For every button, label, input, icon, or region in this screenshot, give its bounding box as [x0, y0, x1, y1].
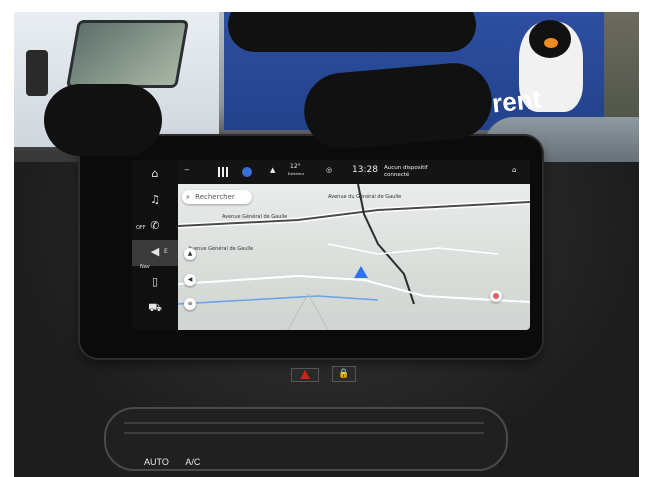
drive-mode-icon[interactable]: ◎ — [326, 166, 332, 174]
sidebar-item-mobile[interactable]: ▯ — [132, 270, 178, 294]
apps-icon[interactable] — [218, 167, 228, 177]
vent-slat — [124, 422, 484, 424]
climate-labels: AUTO A/C — [144, 457, 214, 477]
report-icon[interactable] — [490, 290, 502, 302]
clock: 13:28 — [352, 165, 378, 175]
hazard-button[interactable] — [291, 368, 319, 382]
bell-icon[interactable]: ▲ — [270, 166, 275, 174]
sidebar-item-car[interactable]: ⛟ — [132, 296, 178, 320]
menu-icon[interactable]: ≡ — [184, 298, 196, 310]
notification-icon[interactable]: ⌂ — [512, 166, 516, 174]
nav-icon: ◀ — [150, 245, 160, 258]
sidebar: ⌂ ♫ ✆ OFF ◀ E Nav ▯ ⛟ — [132, 160, 178, 330]
profile-icon[interactable] — [242, 167, 252, 177]
position-arrow-icon — [354, 266, 368, 278]
compass-icon[interactable]: ▲ — [184, 248, 196, 260]
search-icon: ⌕ — [186, 193, 190, 201]
sidebar-item-music[interactable]: ♫ — [132, 188, 178, 212]
van-mirror — [26, 50, 48, 96]
redaction-mark — [228, 12, 476, 52]
music-icon: ♫ — [150, 193, 160, 206]
volume-icon[interactable]: ◀ — [184, 274, 196, 286]
outside-temperature-label: Exterieur — [288, 172, 305, 176]
phone-icon: ✆ — [150, 219, 160, 232]
search-bar[interactable]: ⌕ Rechercher — [182, 190, 252, 204]
phone-badge: OFF — [136, 225, 146, 231]
car-icon: ⛟ — [148, 301, 162, 314]
top-bar: − ▲ 12° Exterieur ◎ 13:28 Aucun disposit… — [178, 160, 530, 184]
sidebar-item-nav[interactable]: ◀ E Nav — [132, 240, 178, 270]
vent-slat — [124, 432, 484, 434]
outside-temperature: 12° — [290, 163, 301, 170]
home-icon: ⌂ — [151, 167, 159, 180]
road-label: Avenue Général de Gaulle — [222, 214, 288, 220]
connection-status: Aucun dispositif connecté — [384, 165, 428, 178]
road-label: Avenue Général de Gaulle — [188, 246, 254, 252]
road-network — [178, 184, 530, 330]
search-placeholder: Rechercher — [195, 193, 235, 201]
photo: rent 🔒 AUTO A/C ⌂ ♫ ✆ OFF ◀ E Nav ▯ ⛟ − … — [14, 12, 639, 477]
trees — [604, 12, 639, 127]
van-window — [66, 20, 189, 88]
navigation-map[interactable]: ⌕ Rechercher Avenue du Général de Gaulle… — [178, 184, 530, 330]
mobile-icon: ▯ — [151, 275, 159, 288]
penguin-beak — [544, 38, 558, 48]
redaction-mark — [44, 84, 162, 156]
minus-icon[interactable]: − — [184, 166, 190, 174]
sidebar-item-home[interactable]: ⌂ — [132, 162, 178, 186]
sidebar-item-phone[interactable]: ✆ OFF — [132, 214, 178, 238]
lock-button[interactable]: 🔒 — [332, 366, 356, 382]
road-label: Avenue du Général de Gaulle — [328, 194, 402, 200]
infotainment-screen: ⌂ ♫ ✆ OFF ◀ E Nav ▯ ⛟ − ▲ 12° Exterieur … — [132, 160, 530, 330]
nav-suffix: E — [164, 248, 168, 255]
auto-button[interactable]: AUTO — [144, 457, 169, 467]
ac-button[interactable]: A/C — [185, 457, 200, 467]
sign-brand-text: rent — [490, 83, 543, 119]
